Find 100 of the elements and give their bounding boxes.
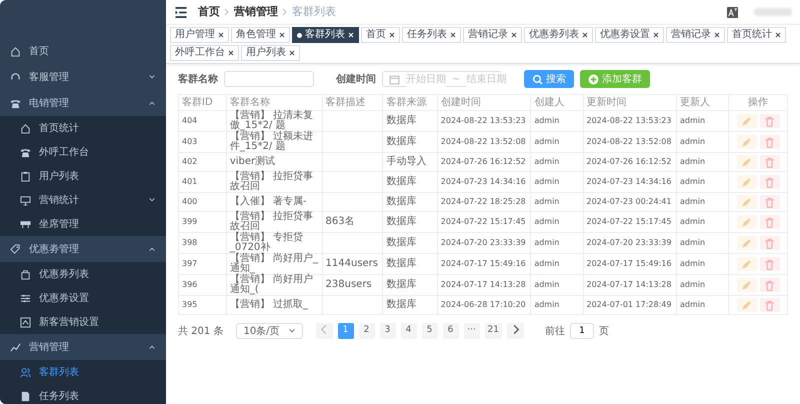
- table-cell: 【营销】 专拒贷_0720补: [226, 232, 322, 254]
- sidebar-item[interactable]: 任务列表: [0, 384, 166, 404]
- trash-icon: [764, 280, 776, 290]
- table-cell: 863名: [322, 212, 383, 232]
- table-cell: admin: [676, 254, 729, 274]
- close-icon[interactable]: [653, 32, 659, 38]
- next-page-button[interactable]: [507, 323, 524, 339]
- delete-button[interactable]: [760, 175, 780, 189]
- table-cell: admin: [530, 232, 583, 254]
- column-header: 创建时间: [437, 94, 531, 110]
- tab[interactable]: 优惠劵设置: [595, 27, 664, 43]
- edit-button[interactable]: [736, 195, 757, 209]
- sidebar-item[interactable]: 优惠券列表: [0, 262, 166, 286]
- name-input-field[interactable]: [224, 71, 314, 87]
- close-icon[interactable]: [228, 50, 234, 56]
- tab[interactable]: 用户管理: [170, 27, 229, 43]
- sidebar-item[interactable]: 新客营销设置: [0, 310, 166, 334]
- edit-button[interactable]: [736, 298, 757, 312]
- close-icon[interactable]: [450, 32, 456, 38]
- delete-button[interactable]: [760, 195, 780, 209]
- edit-button[interactable]: [736, 175, 757, 189]
- edit-button[interactable]: [736, 155, 757, 169]
- page-button[interactable]: 3: [380, 323, 396, 339]
- page-size-select[interactable]: 10条/页: [236, 323, 303, 339]
- sidebar-item[interactable]: 客服管理: [0, 64, 166, 90]
- tab[interactable]: 首页统计: [727, 27, 786, 43]
- sidebar-item[interactable]: 客群列表: [0, 360, 166, 384]
- close-icon[interactable]: [582, 32, 588, 38]
- delete-button[interactable]: [760, 215, 780, 229]
- delete-button[interactable]: [760, 298, 780, 312]
- sidebar-item[interactable]: 外呼工作台: [0, 140, 166, 164]
- search-icon: [532, 74, 543, 84]
- tab[interactable]: 用户列表: [241, 45, 300, 61]
- sidebar-item[interactable]: 首页统计: [0, 116, 166, 140]
- edit-button[interactable]: [736, 215, 757, 229]
- sidebar-item[interactable]: 首页: [0, 38, 166, 64]
- tab[interactable]: 角色管理: [231, 27, 290, 43]
- close-icon[interactable]: [511, 32, 517, 38]
- tab[interactable]: 营销记录: [463, 27, 522, 43]
- page-button[interactable]: 5: [422, 323, 438, 339]
- end-date-input-field[interactable]: 结束日期: [466, 72, 506, 86]
- tab[interactable]: 任务列表: [402, 27, 461, 43]
- users-icon: [20, 366, 31, 378]
- table-cell: 数据库: [382, 172, 438, 192]
- tab[interactable]: 营销记录: [666, 27, 725, 43]
- sidebar-item[interactable]: 坐席管理: [0, 212, 166, 236]
- breadcrumb-item[interactable]: 首页: [198, 4, 220, 20]
- phone-icon: [20, 146, 31, 158]
- delete-button[interactable]: [760, 236, 780, 250]
- delete-button[interactable]: [760, 135, 780, 149]
- page-button[interactable]: ···: [464, 323, 480, 339]
- table-cell: admin: [676, 212, 729, 232]
- menu-icon[interactable]: [174, 6, 188, 18]
- tab[interactable]: 外呼工作台: [170, 45, 239, 61]
- edit-button[interactable]: [736, 114, 757, 128]
- table-cell: 数据库: [382, 254, 438, 274]
- close-icon[interactable]: [289, 50, 295, 56]
- start-date-input-field[interactable]: 开始日期: [406, 72, 446, 86]
- edit-button[interactable]: [736, 257, 757, 271]
- edit-button[interactable]: [736, 236, 757, 250]
- delete-button[interactable]: [760, 257, 780, 271]
- delete-button[interactable]: [760, 155, 780, 169]
- tab[interactable]: 客群列表: [292, 27, 359, 43]
- table-cell: 2024-07-23 14:34:16: [583, 172, 677, 192]
- table-cell: 手动导入: [382, 152, 438, 172]
- close-icon[interactable]: [279, 32, 285, 38]
- table-cell: admin: [530, 192, 583, 212]
- table-cell: 2024-08-22 13:53:23: [583, 110, 677, 132]
- column-header: 更新时间: [583, 94, 677, 110]
- page-button[interactable]: 21: [484, 323, 502, 339]
- home-icon: [10, 46, 21, 56]
- delete-button[interactable]: [760, 114, 780, 128]
- edit-button[interactable]: [736, 135, 757, 149]
- table-cell: 2024-07-17 14:13:28: [583, 274, 677, 296]
- close-icon[interactable]: [714, 32, 720, 38]
- page-button[interactable]: 6: [442, 323, 459, 339]
- sidebar-item[interactable]: 优惠券设置: [0, 286, 166, 310]
- close-icon[interactable]: [389, 32, 395, 38]
- close-icon[interactable]: [218, 32, 224, 38]
- table-cell: 395: [178, 296, 226, 314]
- tab[interactable]: 首页: [361, 27, 400, 43]
- trash-icon: [764, 238, 776, 248]
- page-button[interactable]: 4: [400, 323, 417, 339]
- tab[interactable]: 优惠劵列表: [524, 27, 593, 43]
- clipboard-icon: [20, 170, 31, 182]
- table-cell: admin: [676, 110, 729, 132]
- page-input-field[interactable]: 1: [570, 323, 594, 339]
- close-icon[interactable]: [775, 32, 781, 38]
- sidebar-item[interactable]: 用户列表: [0, 164, 166, 188]
- table-cell: admin: [676, 274, 729, 296]
- delete-button[interactable]: [760, 278, 780, 292]
- page-button[interactable]: 2: [358, 323, 375, 339]
- sidebar-item[interactable]: 营销统计: [0, 188, 166, 212]
- edit-button[interactable]: [736, 278, 757, 292]
- trash-icon: [764, 258, 776, 270]
- previous-page-button[interactable]: [316, 323, 333, 339]
- table-cell: 数据库: [382, 132, 438, 152]
- column-header: 客群名称: [226, 94, 322, 110]
- breadcrumb-item[interactable]: 营销管理: [234, 4, 278, 20]
- translate-icon[interactable]: [727, 6, 738, 18]
